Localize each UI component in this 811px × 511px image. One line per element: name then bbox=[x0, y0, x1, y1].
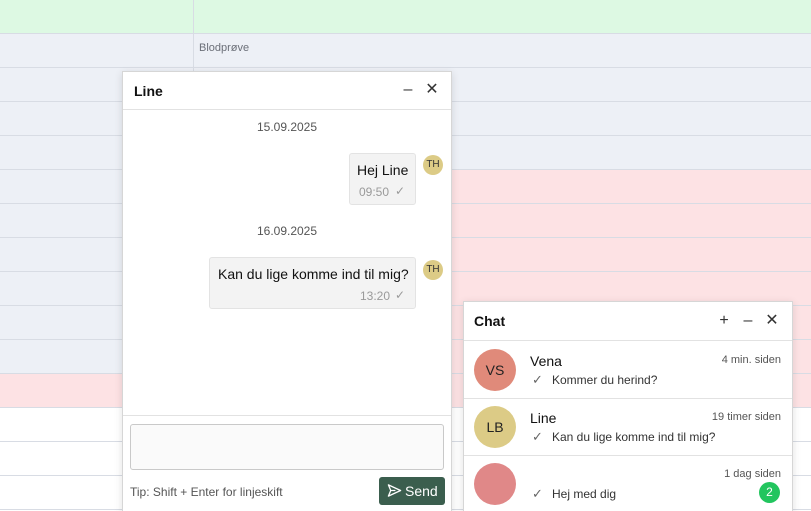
check-icon: ✓ bbox=[395, 288, 406, 302]
message-input[interactable] bbox=[130, 424, 444, 470]
chat-preview: Hej med dig bbox=[552, 487, 617, 501]
close-button[interactable]: ✕ bbox=[423, 81, 441, 99]
chat-list-item[interactable]: VS Vena 4 min. siden ✓ Kommer du herind? bbox=[464, 342, 792, 399]
chat-window-title: Line bbox=[134, 83, 163, 99]
check-icon: ✓ bbox=[532, 372, 543, 387]
send-icon bbox=[387, 484, 402, 497]
calendar-row-right bbox=[194, 0, 811, 34]
message-time: 09:50 bbox=[359, 185, 390, 199]
new-chat-button[interactable]: + bbox=[715, 312, 733, 330]
chat-window: Line – ✕ 15.09.2025 Hej Line 09:50 ✓ TH … bbox=[122, 71, 452, 511]
plus-icon: + bbox=[719, 312, 729, 329]
chat-list-item[interactable]: LB Line 19 timer siden ✓ Kan du lige kom… bbox=[464, 399, 792, 456]
minimize-button[interactable]: – bbox=[399, 81, 417, 99]
calendar-cell-label[interactable]: Blodprøve bbox=[199, 42, 249, 54]
close-icon: ✕ bbox=[765, 312, 779, 329]
minimize-button[interactable]: – bbox=[739, 312, 757, 330]
calendar-row-right bbox=[194, 34, 811, 68]
chat-name: Line bbox=[530, 410, 557, 426]
chat-list-panel: Chat + – ✕ VS Vena 4 min. siden ✓ Kommer… bbox=[463, 301, 793, 511]
calendar-row-left bbox=[0, 34, 194, 68]
date-separator: 15.09.2025 bbox=[256, 120, 318, 134]
avatar: VS bbox=[474, 349, 516, 391]
chat-window-footer: Tip: Shift + Enter for linjeskift Send bbox=[123, 415, 451, 511]
minus-icon: – bbox=[403, 81, 413, 98]
chat-window-header: Line – ✕ bbox=[123, 72, 451, 110]
send-button[interactable]: Send bbox=[379, 477, 445, 505]
message-time: 13:20 bbox=[360, 289, 391, 303]
close-button[interactable]: ✕ bbox=[763, 312, 781, 330]
avatar bbox=[474, 463, 516, 505]
message-text: Hej Line bbox=[357, 162, 409, 178]
check-icon: ✓ bbox=[532, 429, 543, 444]
send-button-label: Send bbox=[405, 483, 438, 499]
minus-icon: – bbox=[743, 312, 753, 329]
message-text: Kan du lige komme ind til mig? bbox=[218, 266, 409, 282]
sender-avatar: TH bbox=[423, 155, 443, 175]
chat-preview: Kommer du herind? bbox=[552, 373, 658, 387]
avatar: LB bbox=[474, 406, 516, 448]
date-separator: 16.09.2025 bbox=[256, 224, 318, 238]
input-tip: Tip: Shift + Enter for linjeskift bbox=[130, 485, 283, 499]
chat-list-item[interactable]: 1 dag siden ✓ Hej med dig 2 bbox=[464, 456, 792, 511]
message-bubble: Hej Line 09:50 ✓ bbox=[349, 153, 416, 205]
message-bubble: Kan du lige komme ind til mig? 13:20 ✓ bbox=[209, 257, 416, 309]
calendar-row-left bbox=[0, 0, 194, 34]
chat-name: Vena bbox=[530, 353, 562, 369]
chat-list-header: Chat + – ✕ bbox=[464, 302, 792, 341]
unread-badge: 2 bbox=[759, 482, 780, 503]
check-icon: ✓ bbox=[395, 184, 406, 198]
chat-preview: Kan du lige komme ind til mig? bbox=[552, 430, 716, 444]
chat-time: 19 timer siden bbox=[711, 411, 781, 423]
close-icon: ✕ bbox=[425, 81, 439, 98]
chat-time: 1 dag siden bbox=[724, 468, 781, 480]
chat-list-title: Chat bbox=[474, 313, 506, 329]
check-icon: ✓ bbox=[532, 486, 543, 501]
chat-time: 4 min. siden bbox=[721, 354, 781, 366]
sender-avatar: TH bbox=[423, 260, 443, 280]
